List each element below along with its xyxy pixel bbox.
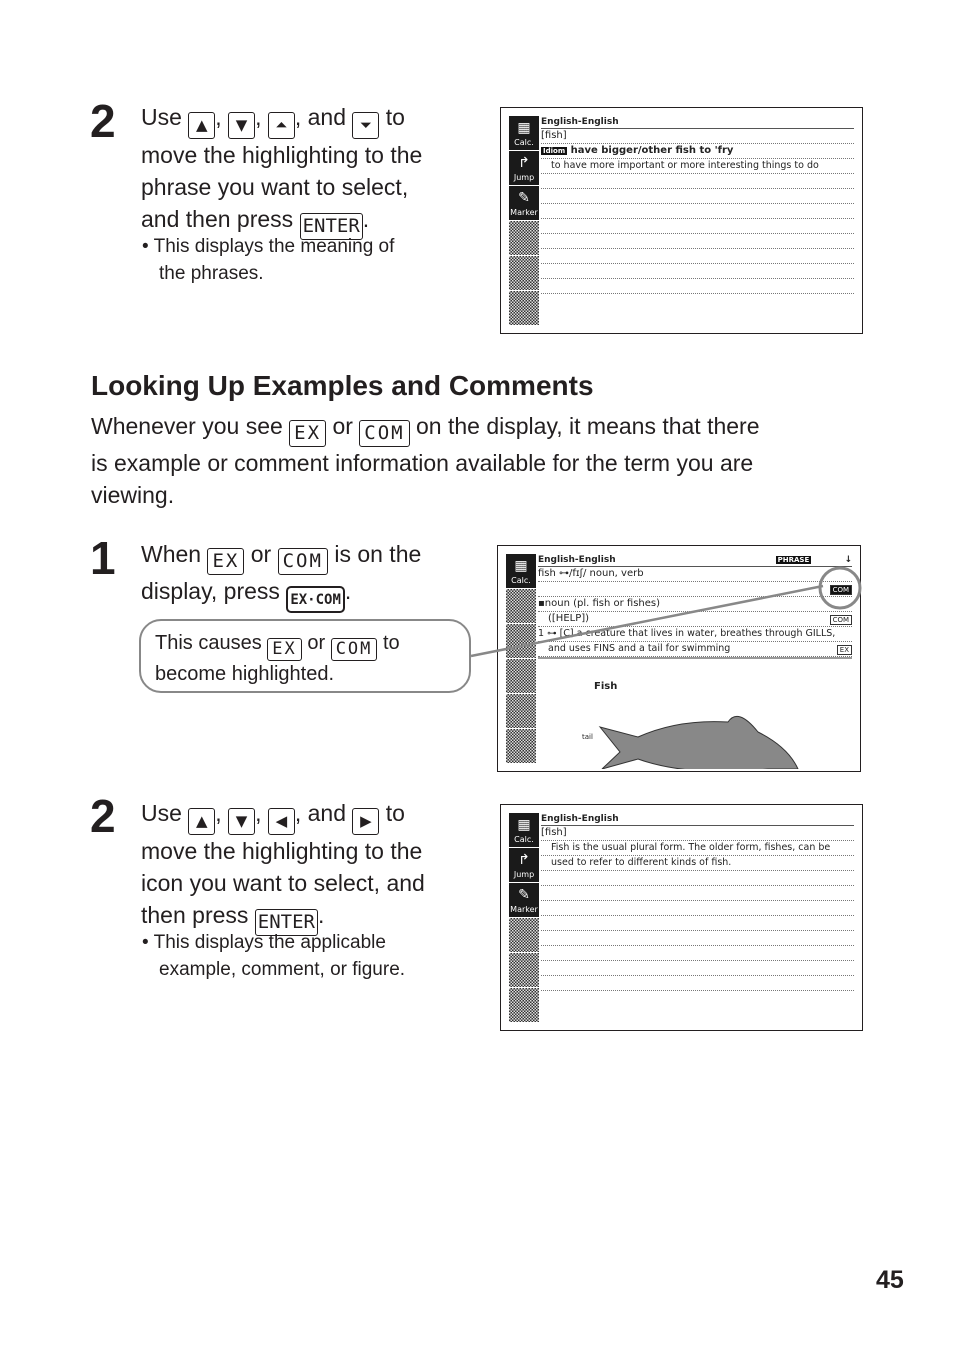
- callout-connector: [470, 566, 862, 658]
- text: example, comment, or figure.: [159, 959, 406, 980]
- headword: [fish]: [541, 826, 854, 841]
- bullet-note: • This displays the applicable example, …: [142, 929, 405, 983]
- sidebar: ▦ Calc. ↱ Jump ✎ Marker: [509, 813, 539, 1023]
- jump-button: ↱ Jump: [509, 848, 539, 882]
- screen-content: English-English [fish] Fish is the usual…: [541, 813, 854, 991]
- text: icon you want to select, and: [141, 870, 425, 896]
- text: then press: [141, 902, 249, 928]
- calculator-icon: ▦: [517, 817, 531, 833]
- text: Use: [141, 800, 182, 826]
- marker-icon: ✎: [518, 887, 530, 903]
- dictionary-screen-comment: ▦ Calc. ↱ Jump ✎ Marker English-English [fi…: [500, 804, 863, 1031]
- label: Jump: [513, 870, 535, 879]
- dictionary-header: English-English: [541, 813, 854, 826]
- right-key-icon: ▶: [352, 808, 380, 835]
- text: and: [307, 800, 347, 826]
- text: move the highlighting to the: [141, 838, 423, 864]
- page-number: 45: [876, 1266, 904, 1294]
- calc-button: ▦ Calc.: [509, 813, 539, 847]
- left-key-icon: ◀: [267, 808, 295, 835]
- text: to: [385, 800, 405, 826]
- marker-button: ✎ Marker: [509, 883, 539, 917]
- label: Calc.: [514, 835, 534, 844]
- label: Marker: [510, 905, 538, 914]
- step-number: 2: [90, 790, 116, 842]
- step-2-instructions: Use ▲, ▼, ◀, and ▶ to move the highlight…: [141, 797, 481, 936]
- down-key-icon: ▼: [228, 808, 256, 835]
- comment-text: used to refer to different kinds of fish…: [541, 856, 854, 871]
- comment-text: Fish is the usual plural form. The older…: [541, 841, 854, 856]
- up-key-icon: ▲: [188, 808, 216, 835]
- text: • This displays the applicable: [142, 932, 386, 953]
- jump-icon: ↱: [518, 852, 530, 868]
